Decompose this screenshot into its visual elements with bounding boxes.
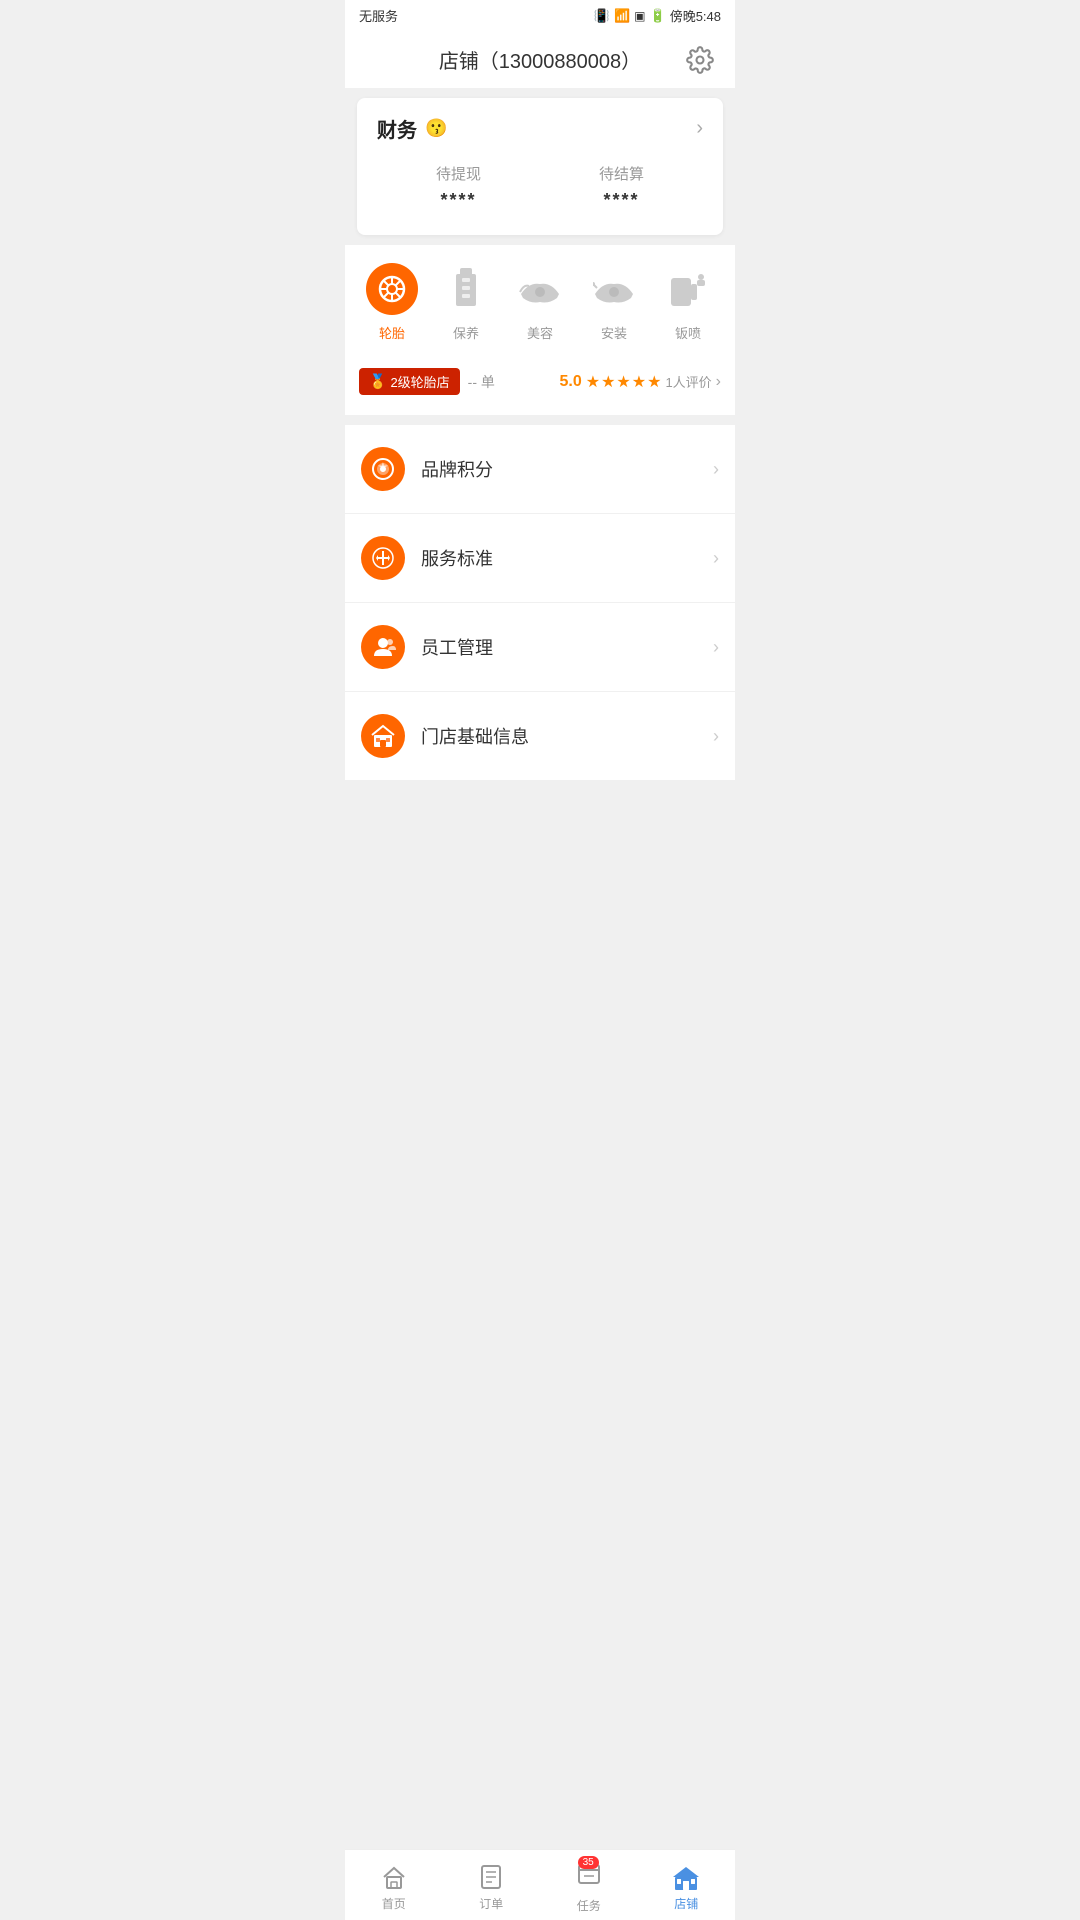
tire-icon-wrap bbox=[366, 263, 418, 315]
service-standard-icon-wrap bbox=[361, 536, 405, 580]
menu-item-brand-points[interactable]: 品牌积分 › bbox=[345, 425, 735, 514]
services-section: 轮胎 保养 bbox=[345, 245, 735, 415]
brand-points-label: 品牌积分 bbox=[421, 456, 713, 482]
nav-tasks-label: 任务 bbox=[577, 1897, 601, 1914]
service-standard-label: 服务标准 bbox=[421, 545, 713, 571]
shop-rating[interactable]: 5.0 ★ ★ ★ ★ ★ 1人评价 › bbox=[559, 372, 721, 392]
service-paint[interactable]: 钣喷 bbox=[658, 263, 718, 342]
maintain-icon-wrap bbox=[440, 263, 492, 315]
tire-label: 轮胎 bbox=[379, 323, 405, 342]
service-standard-arrow: › bbox=[713, 548, 719, 569]
status-signal: 无服务 bbox=[359, 6, 398, 25]
beauty-label: 美容 bbox=[527, 323, 553, 342]
pending-settle: 待结算 **** bbox=[599, 163, 644, 211]
store-info-arrow: › bbox=[713, 726, 719, 747]
menu-item-store-info[interactable]: 门店基础信息 › bbox=[345, 692, 735, 781]
rating-arrow: › bbox=[716, 373, 721, 391]
rating-score: 5.0 bbox=[559, 373, 581, 391]
finance-header: 财务 😗 › bbox=[377, 114, 703, 143]
shop-badge-text: 2级轮胎店 bbox=[390, 372, 449, 391]
maintain-label: 保养 bbox=[453, 323, 479, 342]
shop-badge: 🏅 2级轮胎店 bbox=[359, 368, 460, 395]
nav-home[interactable]: 首页 bbox=[364, 1863, 424, 1912]
nav-store-label: 店铺 bbox=[674, 1895, 698, 1912]
shop-info-bar: 🏅 2级轮胎店 -- 单 5.0 ★ ★ ★ ★ ★ 1人评价 › bbox=[345, 356, 735, 407]
employee-mgmt-label: 员工管理 bbox=[421, 634, 713, 660]
header: 店铺（13000880008） bbox=[345, 31, 735, 88]
service-beauty[interactable]: 美容 bbox=[510, 263, 570, 342]
service-maintain[interactable]: 保养 bbox=[436, 263, 496, 342]
paint-label: 钣喷 bbox=[675, 323, 701, 342]
shop-orders: -- 单 bbox=[468, 372, 552, 392]
nav-home-label: 首页 bbox=[382, 1895, 406, 1912]
paint-icon-wrap bbox=[662, 263, 714, 315]
nav-orders[interactable]: 订单 bbox=[461, 1863, 521, 1912]
finance-card: 财务 😗 › 待提现 **** 待结算 **** bbox=[357, 98, 723, 235]
finance-title: 财务 bbox=[377, 114, 417, 143]
sim-icon: ▣ bbox=[634, 9, 645, 23]
service-install[interactable]: 安装 bbox=[584, 263, 644, 342]
pending-withdraw-value: **** bbox=[436, 190, 481, 211]
nav-store[interactable]: 店铺 bbox=[656, 1863, 716, 1912]
menu-item-employee-mgmt[interactable]: 员工管理 › bbox=[345, 603, 735, 692]
pending-withdraw-label: 待提现 bbox=[436, 163, 481, 184]
page-title: 店铺（13000880008） bbox=[439, 45, 641, 74]
settings-button[interactable] bbox=[683, 43, 717, 77]
bottom-nav: 首页 订单 35 任务 bbox=[345, 1849, 735, 1920]
beauty-icon-wrap bbox=[514, 263, 566, 315]
employee-mgmt-arrow: › bbox=[713, 637, 719, 658]
medal-icon: 🏅 bbox=[369, 373, 386, 390]
brand-points-arrow: › bbox=[713, 459, 719, 480]
eye-icon[interactable]: 😗 bbox=[425, 118, 447, 139]
install-icon-wrap bbox=[588, 263, 640, 315]
star-5: ★ bbox=[647, 372, 661, 392]
status-time: 傍晚5:48 bbox=[670, 6, 721, 25]
stars: ★ ★ ★ ★ ★ bbox=[586, 372, 662, 392]
wifi-icon: 📶 bbox=[614, 8, 630, 24]
services-grid: 轮胎 保养 bbox=[345, 263, 735, 342]
install-label: 安装 bbox=[601, 323, 627, 342]
star-4: ★ bbox=[632, 372, 646, 392]
store-info-label: 门店基础信息 bbox=[421, 723, 713, 749]
battery-icon: 🔋 bbox=[650, 8, 666, 24]
finance-arrow[interactable]: › bbox=[696, 117, 703, 140]
bluetooth-icon: 📳 bbox=[594, 8, 610, 24]
star-3: ★ bbox=[616, 372, 630, 392]
tasks-badge: 35 bbox=[578, 1856, 599, 1869]
status-right: 📳 📶 ▣ 🔋 傍晚5:48 bbox=[594, 6, 721, 25]
star-1: ★ bbox=[586, 372, 600, 392]
nav-orders-label: 订单 bbox=[479, 1895, 503, 1912]
star-2: ★ bbox=[601, 372, 615, 392]
status-bar: 无服务 📳 📶 ▣ 🔋 傍晚5:48 bbox=[345, 0, 735, 31]
pending-settle-label: 待结算 bbox=[599, 163, 644, 184]
pending-withdraw: 待提现 **** bbox=[436, 163, 481, 211]
employee-mgmt-icon-wrap bbox=[361, 625, 405, 669]
menu-list: 品牌积分 › 服务标准 › bbox=[345, 425, 735, 781]
nav-tasks[interactable]: 35 任务 bbox=[559, 1860, 619, 1914]
rating-count: 1人评价 bbox=[665, 372, 711, 391]
finance-title-row: 财务 😗 bbox=[377, 114, 447, 143]
finance-amounts: 待提现 **** 待结算 **** bbox=[377, 163, 703, 211]
brand-points-icon-wrap bbox=[361, 447, 405, 491]
store-info-icon-wrap bbox=[361, 714, 405, 758]
menu-item-service-standard[interactable]: 服务标准 › bbox=[345, 514, 735, 603]
service-tire[interactable]: 轮胎 bbox=[362, 263, 422, 342]
pending-settle-value: **** bbox=[599, 190, 644, 211]
